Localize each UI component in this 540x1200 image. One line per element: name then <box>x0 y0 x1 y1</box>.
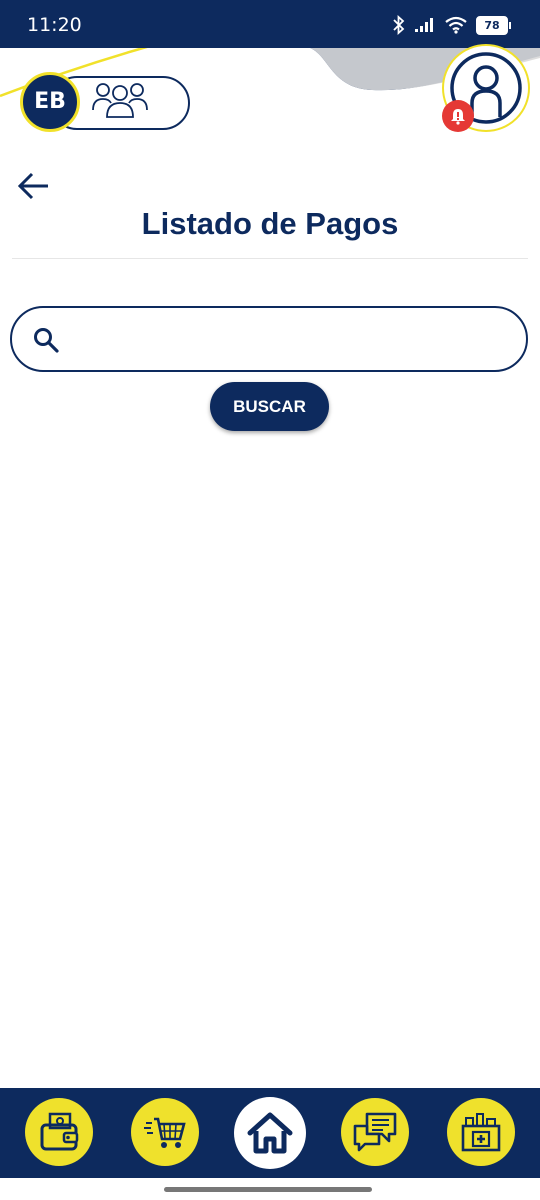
cart-icon <box>144 1117 186 1148</box>
page-title: Listado de Pagos <box>141 206 399 241</box>
nav-home-button[interactable] <box>234 1097 306 1169</box>
buscar-button[interactable]: BUSCAR <box>210 382 329 431</box>
home-icon <box>247 1112 293 1154</box>
nav-cart-button[interactable] <box>131 1098 199 1166</box>
search-field[interactable] <box>10 306 528 372</box>
battery-indicator: 78 <box>476 15 511 35</box>
notification-alert-badge[interactable] <box>442 100 474 132</box>
wifi-icon <box>445 16 467 34</box>
search-input[interactable] <box>74 318 518 362</box>
bottom-nav <box>0 1088 540 1178</box>
chat-icon <box>353 1112 397 1152</box>
gesture-navigation-bar[interactable] <box>164 1187 372 1192</box>
brand-logo: EB <box>20 72 190 132</box>
logo-badge: EB <box>20 72 80 132</box>
status-time: 11:20 <box>27 14 82 36</box>
pharmacy-icon <box>461 1113 501 1152</box>
arrow-back-icon <box>17 172 48 200</box>
group-icon <box>92 83 148 118</box>
nav-chat-button[interactable] <box>341 1098 409 1166</box>
wallet-icon <box>40 1112 79 1151</box>
nav-pharmacy-button[interactable] <box>447 1098 515 1166</box>
title-divider <box>12 258 528 259</box>
bell-alert-icon <box>451 109 465 125</box>
bluetooth-icon <box>393 15 405 35</box>
status-bar: 11:20 78 <box>0 0 540 48</box>
signal-icon <box>415 18 433 32</box>
back-button[interactable] <box>14 166 54 206</box>
nav-wallet-button[interactable] <box>25 1098 93 1166</box>
search-icon <box>34 328 59 353</box>
status-icons: 78 <box>392 15 511 35</box>
